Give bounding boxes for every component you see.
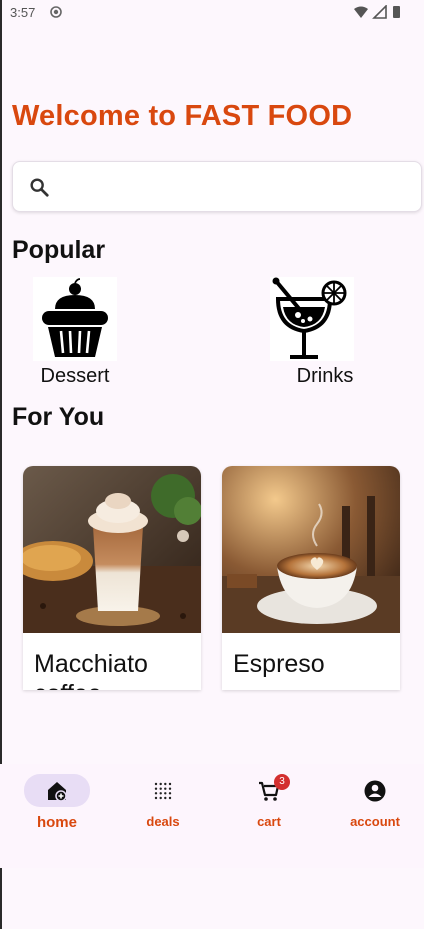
- deals-icon: [154, 782, 172, 800]
- account-icon: [364, 780, 386, 802]
- macchiato-image: [23, 466, 201, 633]
- for-you-title: For You: [12, 403, 105, 431]
- system-status-icons: [354, 5, 400, 19]
- espresso-image: [222, 466, 400, 633]
- popular-title: Popular: [12, 236, 106, 264]
- search-input[interactable]: [61, 172, 415, 202]
- nav-label: account: [350, 814, 400, 829]
- nav-item-account[interactable]: account: [322, 764, 424, 868]
- nav-label: deals: [146, 814, 180, 829]
- notification-icon: [50, 6, 62, 18]
- category-label: Drinks: [296, 365, 354, 387]
- status-bar: 3:57: [0, 0, 424, 26]
- nav-icon-container: [130, 774, 196, 807]
- category-dessert[interactable]: Dessert: [33, 277, 117, 388]
- nav-label: cart: [257, 814, 281, 829]
- cart-badge: 3: [274, 774, 290, 790]
- cupcake-icon: [33, 277, 117, 361]
- nav-item-home[interactable]: home: [4, 764, 110, 868]
- search-bar[interactable]: [12, 161, 422, 212]
- nav-icon-container: 3: [236, 774, 302, 807]
- product-card-macchiato[interactable]: Macchiato coffee: [23, 466, 201, 690]
- nav-item-deals[interactable]: deals: [110, 764, 216, 868]
- nav-item-cart[interactable]: 3 cart: [216, 764, 322, 868]
- product-title: Espreso: [233, 650, 325, 678]
- nav-icon-container: [342, 774, 408, 807]
- bottom-navigation: home deals 3 cart account: [0, 764, 424, 868]
- product-card-espreso[interactable]: Espreso: [222, 466, 400, 690]
- search-icon: [30, 178, 49, 197]
- product-title: Macchiato coffee: [34, 650, 148, 690]
- nav-active-indicator: [24, 774, 90, 807]
- category-label: Dessert: [40, 365, 110, 387]
- welcome-title: Welcome to FAST FOOD: [12, 100, 353, 132]
- home-icon: [48, 782, 67, 802]
- status-time: 3:57: [10, 5, 36, 20]
- category-drinks[interactable]: Drinks: [270, 277, 372, 388]
- nav-label: home: [36, 814, 77, 831]
- cocktail-icon: [270, 277, 354, 361]
